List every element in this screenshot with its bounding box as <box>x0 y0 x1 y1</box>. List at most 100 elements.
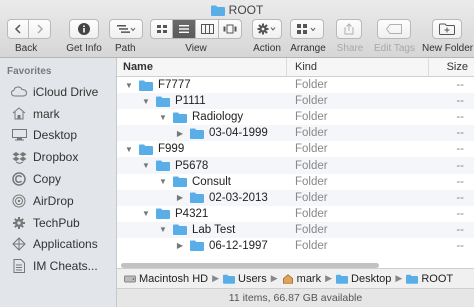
path-segment-mark[interactable]: mark <box>282 273 321 285</box>
path-segment-desktop[interactable]: Desktop <box>336 273 391 285</box>
edit-tags-button[interactable] <box>377 19 411 39</box>
gear-icon <box>257 23 276 35</box>
disclosure-expanded-icon[interactable]: ▼ <box>142 97 150 106</box>
get-info-item[interactable]: Get Info <box>66 19 102 54</box>
row-name-label: 02-03-2013 <box>209 191 268 204</box>
table-row[interactable]: ▼ F999 Folder -- <box>117 141 474 157</box>
row-size-cell: -- <box>456 95 464 108</box>
sidebar-item-dropbox[interactable]: Dropbox <box>0 146 116 168</box>
sidebar-item-im-cheats[interactable]: IM Cheats... <box>0 255 116 277</box>
path-segment-root[interactable]: ROOT <box>406 273 453 285</box>
path-segment-label: Users <box>238 272 267 285</box>
sidebar-item-applications[interactable]: Applications <box>0 234 116 256</box>
disclosure-expanded-icon[interactable]: ▼ <box>159 225 167 234</box>
sidebar-item-copy[interactable]: Copy <box>0 168 116 190</box>
row-name-label: 06-12-1997 <box>209 239 268 252</box>
icon-view-button[interactable] <box>150 19 173 39</box>
arrange-item[interactable]: Arrange <box>290 19 326 54</box>
new-folder-item[interactable]: New Folder <box>422 19 473 54</box>
list-view-icon <box>179 25 189 33</box>
path-label: Path <box>115 43 136 54</box>
folder-icon <box>406 274 419 284</box>
path-segment-macintosh-hd[interactable]: Macintosh HD <box>124 273 208 285</box>
column-size-header[interactable]: Size <box>429 58 474 76</box>
sidebar-item-mark[interactable]: mark <box>0 103 116 125</box>
disclosure-collapsed-icon[interactable]: ▶ <box>176 193 184 202</box>
column-name-header[interactable]: Name <box>117 58 287 76</box>
path-segment-label: Macintosh HD <box>139 272 209 285</box>
table-row[interactable]: ▼ P5678 Folder -- <box>117 157 474 174</box>
column-kind-header[interactable]: Kind <box>287 58 429 76</box>
table-row[interactable]: ▼ Lab Test Folder -- <box>117 221 474 238</box>
disclosure-expanded-icon[interactable]: ▼ <box>159 113 167 122</box>
sidebar-item-techpub[interactable]: TechPub <box>0 212 116 234</box>
table-row[interactable]: ▼ F7777 Folder -- <box>117 77 474 93</box>
status-bar: 11 items, 66.87 GB available <box>117 288 474 307</box>
row-size-cell: -- <box>456 207 464 220</box>
disclosure-expanded-icon[interactable]: ▼ <box>125 81 133 90</box>
sidebar-item-label: Copy <box>33 172 62 187</box>
row-name-label: F7777 <box>158 79 191 92</box>
row-name-cell: ▶ 03-04-1999 <box>117 127 287 139</box>
action-item[interactable]: Action <box>252 19 282 54</box>
sidebar-heading: Favorites <box>7 66 52 77</box>
share-item[interactable]: Share <box>336 19 364 54</box>
table-row[interactable]: ▼ P4321 Folder -- <box>117 206 474 222</box>
row-name-label: 03-04-1999 <box>209 127 268 140</box>
row-name-label: P5678 <box>175 159 209 172</box>
row-size-cell: -- <box>456 143 464 156</box>
row-name-label: F999 <box>158 143 185 156</box>
disclosure-collapsed-icon[interactable]: ▶ <box>176 241 184 250</box>
table-row[interactable]: ▼ Consult Folder -- <box>117 174 474 190</box>
row-name-cell: ▼ Lab Test <box>117 224 287 236</box>
disclosure-expanded-icon[interactable]: ▼ <box>159 177 167 186</box>
row-kind-cell: Folder <box>295 127 328 140</box>
row-name-label: P4321 <box>175 207 209 220</box>
path-button[interactable] <box>109 19 143 39</box>
sidebar-item-airdrop[interactable]: AirDrop <box>0 190 116 212</box>
row-name-cell: ▼ P4321 <box>117 208 287 220</box>
toolbar: ROOT Back Get Info Path View Action Arra… <box>0 0 474 58</box>
get-info-button[interactable] <box>69 19 99 39</box>
disclosure-expanded-icon[interactable]: ▼ <box>125 145 133 154</box>
forward-button[interactable] <box>29 19 51 39</box>
new-folder-button[interactable] <box>432 19 462 39</box>
share-label: Share <box>336 43 364 54</box>
table-row[interactable]: ▶ 02-03-2013 Folder -- <box>117 189 474 206</box>
back-button[interactable] <box>7 19 29 39</box>
column-header: Name Kind Size <box>117 58 474 77</box>
action-button[interactable] <box>252 19 282 39</box>
row-kind-cell: Folder <box>295 111 328 124</box>
disclosure-expanded-icon[interactable]: ▼ <box>142 161 150 170</box>
list-view-button[interactable] <box>173 19 196 39</box>
table-row[interactable]: ▶ 06-12-1997 Folder -- <box>117 238 474 254</box>
sidebar-item-icloud-drive[interactable]: iCloud Drive <box>0 81 116 103</box>
path-segment-users[interactable]: Users <box>223 273 267 285</box>
folder-icon <box>156 208 170 220</box>
sidebar-item-label: Desktop <box>33 128 78 143</box>
sidebar-item-label: TechPub <box>33 215 80 230</box>
table-row[interactable]: ▼ Radiology Folder -- <box>117 109 474 125</box>
arrange-button[interactable] <box>290 19 324 39</box>
sidebar-item-label: Applications <box>33 237 98 252</box>
table-row[interactable]: ▼ P1111 Folder -- <box>117 93 474 110</box>
edit-tags-item[interactable]: Edit Tags <box>374 19 415 54</box>
disclosure-collapsed-icon[interactable]: ▶ <box>176 129 184 138</box>
disclosure-expanded-icon[interactable]: ▼ <box>142 209 150 218</box>
folder-icon <box>190 128 204 139</box>
folder-icon <box>210 5 225 16</box>
table-row[interactable]: ▶ 03-04-1999 Folder -- <box>117 125 474 142</box>
path-item[interactable]: Path <box>109 19 143 54</box>
view-label: View <box>185 43 207 54</box>
sidebar-item-label: iCloud Drive <box>33 84 99 99</box>
column-view-button[interactable] <box>196 19 219 39</box>
chevron-left-icon <box>14 24 21 34</box>
sidebar-item-desktop[interactable]: Desktop <box>0 125 116 147</box>
coverflow-view-button[interactable] <box>219 19 242 39</box>
gear-folder-icon <box>10 215 28 231</box>
share-button[interactable] <box>336 19 362 39</box>
row-name-cell: ▼ Radiology <box>117 111 287 123</box>
sidebar-item-label: IM Cheats... <box>33 259 98 274</box>
row-size-cell: -- <box>456 79 464 92</box>
row-kind-cell: Folder <box>295 191 328 204</box>
